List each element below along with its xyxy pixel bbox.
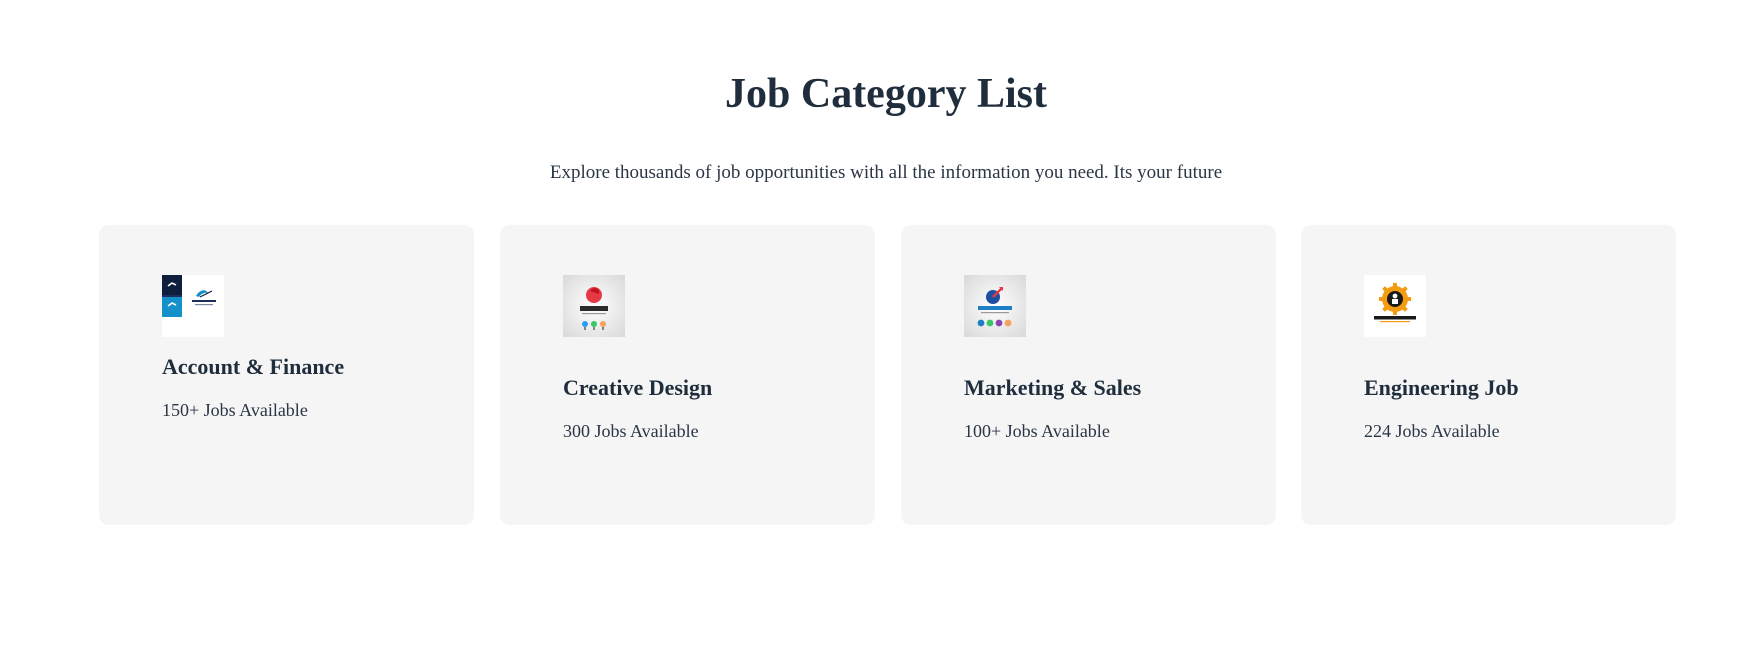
jobs-available-count: 224 Jobs Available [1364, 421, 1500, 441]
category-card-account-finance[interactable]: Account & Finance 150+ Jobs Available [99, 225, 474, 525]
section-subtitle: Explore thousands of job opportunities w… [549, 162, 1223, 183]
section-title: Job Category List [725, 71, 1047, 117]
category-card-list: Account & Finance 150+ Jobs Available Cr… [99, 225, 1676, 525]
financial-logo-icon [162, 275, 224, 337]
jobs-available-count: 150+ Jobs Available [162, 400, 308, 420]
category-title: Engineering Job [1364, 375, 1519, 400]
category-title: Creative Design [563, 375, 713, 400]
category-card-creative-design[interactable]: Creative Design 300 Jobs Available [500, 225, 875, 525]
category-card-marketing-sales[interactable]: Marketing & Sales 100+ Jobs Available [901, 225, 1276, 525]
category-title: Marketing & Sales [964, 375, 1142, 400]
construction-logo-icon [1364, 275, 1426, 337]
jobs-available-count: 100+ Jobs Available [964, 421, 1110, 441]
jobs-available-count: 300 Jobs Available [563, 421, 699, 441]
unique-logo-icon [563, 275, 625, 337]
job-category-section: Job Category List Explore thousands of j… [0, 0, 1757, 653]
growing-up-logo-icon [964, 275, 1026, 337]
category-card-engineering-job[interactable]: Engineering Job 224 Jobs Available [1301, 225, 1676, 525]
category-title: Account & Finance [162, 354, 345, 379]
